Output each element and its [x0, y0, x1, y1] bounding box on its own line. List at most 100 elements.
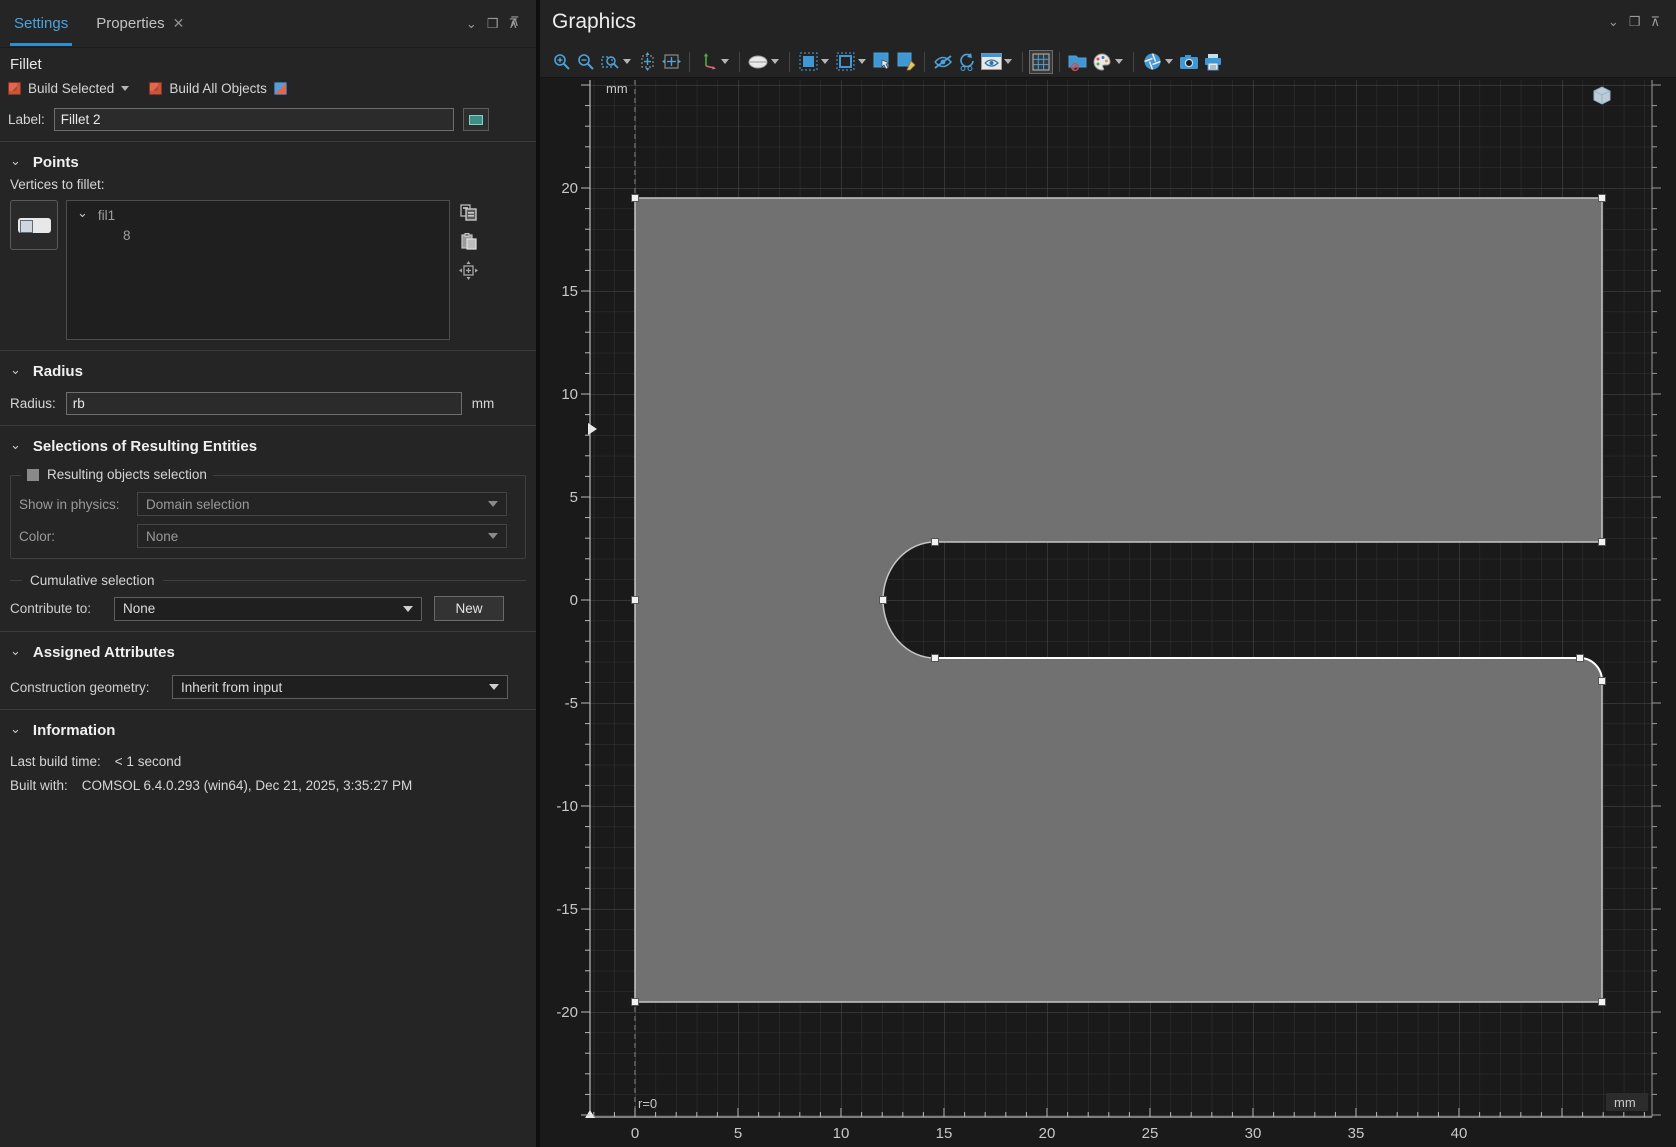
reset-hiding-icon[interactable] [955, 50, 979, 74]
show-in-physics-label: Show in physics: [19, 497, 137, 512]
color-value: None [146, 529, 178, 544]
vertices-list[interactable]: ⌄ fil1 8 [66, 200, 450, 340]
zoom-box-icon[interactable] [598, 50, 622, 74]
chevron-down-icon[interactable]: ⌄ [466, 16, 477, 32]
select-lasso-icon[interactable] [894, 50, 918, 74]
svg-text:15: 15 [561, 283, 578, 300]
tree-node-vertex[interactable]: 8 [67, 225, 449, 243]
built-with-row: Built with: COMSOL 6.4.0.293 (win64), De… [10, 778, 526, 793]
select-domains-caret-icon[interactable] [821, 59, 829, 64]
graphics-header: ⊼ Graphics ⌄ ❒ ⊼ [540, 0, 1676, 46]
copy-selection-icon[interactable] [458, 202, 478, 222]
svg-text:-20: -20 [556, 1004, 578, 1021]
label-input[interactable] [54, 108, 454, 131]
image-snapshot-icon[interactable] [1177, 50, 1201, 74]
tab-settings[interactable]: Settings [0, 0, 82, 48]
axis-menu-caret-icon[interactable] [721, 59, 729, 64]
radius-input[interactable] [66, 392, 462, 415]
contribute-to-combo[interactable]: None [114, 597, 422, 621]
selection-active-toggle[interactable] [10, 200, 58, 250]
build-selected-caret-icon[interactable] [121, 86, 129, 91]
grid-toggle-icon[interactable] [1029, 50, 1053, 74]
y-axis-unit: mm [606, 81, 628, 96]
section-information-title: Information [33, 722, 116, 739]
pin-icon[interactable]: ⊼ [1650, 14, 1660, 30]
view-cube-icon[interactable] [1594, 87, 1610, 104]
select-domains-icon[interactable] [796, 50, 820, 74]
svg-text:5: 5 [734, 1125, 742, 1142]
color-palette-icon[interactable] [1090, 50, 1114, 74]
tab-settings-label: Settings [14, 15, 68, 32]
hide-objects-icon[interactable] [931, 50, 955, 74]
maximize-icon[interactable]: ❒ [487, 16, 499, 32]
section-attributes-header[interactable]: ⌄ Assigned Attributes [10, 640, 526, 667]
zoom-in-icon[interactable] [550, 50, 574, 74]
section-points: ⌄ Points Vertices to fillet: ⌄ fil1 8 [0, 141, 536, 350]
last-build-time-label: Last build time: [10, 754, 101, 769]
print-icon[interactable] [1201, 50, 1225, 74]
scene-caret-icon[interactable] [1165, 59, 1173, 64]
build-preceding-icon[interactable] [274, 82, 287, 95]
build-all-objects-button[interactable]: Build All Objects [169, 81, 267, 96]
section-radius-header[interactable]: ⌄ Radius [10, 359, 526, 386]
resulting-objects-label: Resulting objects selection [47, 467, 207, 482]
palette-caret-icon[interactable] [1115, 59, 1123, 64]
scene-environment-icon[interactable] [1140, 50, 1164, 74]
new-button[interactable]: New [434, 596, 504, 621]
build-selected-icon [8, 82, 21, 95]
chevron-down-icon [403, 606, 413, 612]
color-combo[interactable]: None [137, 524, 507, 548]
build-toolbar: Build Selected Build All Objects [0, 75, 536, 104]
select-boundaries-caret-icon[interactable] [858, 59, 866, 64]
contribute-to-value: None [123, 601, 155, 616]
maximize-icon[interactable]: ❒ [1629, 14, 1641, 30]
zoom-out-icon[interactable] [574, 50, 598, 74]
close-icon[interactable]: ✕ [173, 15, 185, 32]
view-visibility-icon[interactable] [979, 50, 1003, 74]
tab-properties[interactable]: Properties ✕ [82, 0, 198, 48]
paste-selection-icon[interactable] [458, 231, 478, 251]
view-menu-caret-icon[interactable] [1004, 59, 1012, 64]
color-label: Color: [19, 529, 137, 544]
build-selected-button[interactable]: Build Selected [28, 81, 114, 96]
select-boundaries-icon[interactable] [833, 50, 857, 74]
construction-geometry-combo[interactable]: Inherit from input [172, 675, 508, 699]
section-points-title: Points [33, 154, 79, 171]
graphics-canvas[interactable]: 051015202530354020151050-5-10-15-20 mm m… [540, 78, 1676, 1147]
comsol-window: Settings Properties ✕ ⌄ ❒ ⊼ Fillet Build… [0, 0, 1676, 1147]
create-selection-icon [469, 115, 483, 125]
x-axis-unit: mm [1614, 1095, 1636, 1110]
construction-geometry-label: Construction geometry: [10, 680, 172, 695]
section-information-header[interactable]: ⌄ Information [10, 718, 526, 745]
axis-orientation-icon[interactable] [696, 50, 720, 74]
svg-text:35: 35 [1348, 1125, 1365, 1142]
chevron-down-icon [488, 501, 498, 507]
select-box-icon[interactable] [870, 50, 894, 74]
resulting-objects-checkbox[interactable] [27, 469, 39, 481]
built-with-value: COMSOL 6.4.0.293 (win64), Dec 21, 2025, … [82, 778, 412, 793]
show-in-physics-combo[interactable]: Domain selection [137, 492, 507, 516]
scene-light-icon[interactable] [746, 50, 770, 74]
settings-tabstrip: Settings Properties ✕ ⌄ ❒ ⊼ [0, 0, 536, 48]
collapse-chevron-icon: ⌄ [10, 437, 21, 453]
zoom-to-selection-icon[interactable] [458, 260, 478, 280]
section-selections-title: Selections of Resulting Entities [33, 438, 257, 455]
tree-expand-chevron-icon[interactable]: ⌄ [77, 205, 88, 221]
suppress-objects-icon[interactable] [1066, 50, 1090, 74]
go-to-default-view-icon[interactable] [659, 50, 683, 74]
section-points-header[interactable]: ⌄ Points [10, 150, 526, 177]
construction-geometry-value: Inherit from input [181, 680, 282, 695]
zoom-menu-caret-icon[interactable] [623, 59, 631, 64]
collapse-chevron-icon: ⌄ [10, 721, 21, 737]
create-selection-button[interactable] [463, 108, 489, 131]
chevron-down-icon[interactable]: ⌄ [1608, 14, 1619, 30]
section-radius: ⌄ Radius Radius: mm [0, 350, 536, 425]
selection-toggle-icon [18, 218, 51, 233]
scene-light-caret-icon[interactable] [771, 59, 779, 64]
new-button-label: New [455, 601, 482, 616]
pin-icon[interactable]: ⊼ [510, 14, 520, 30]
zoom-extents-icon[interactable] [635, 50, 659, 74]
section-selections-header[interactable]: ⌄ Selections of Resulting Entities [10, 434, 526, 461]
svg-text:20: 20 [1039, 1125, 1056, 1142]
tree-node-fil1[interactable]: ⌄ fil1 [67, 205, 449, 225]
